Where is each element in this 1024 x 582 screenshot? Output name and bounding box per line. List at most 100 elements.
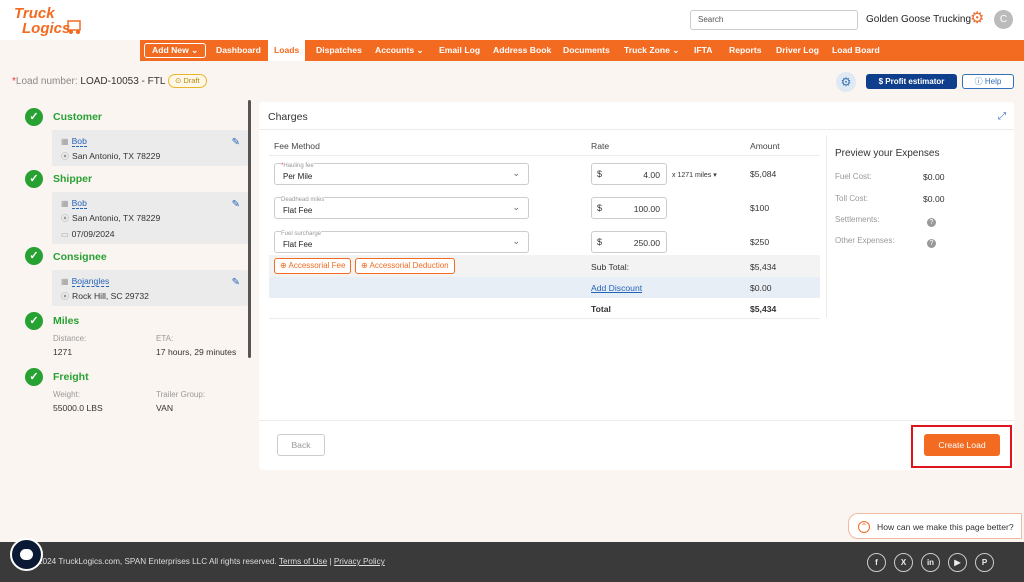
miles-multiplier[interactable]: x 1271 miles ▾ bbox=[672, 171, 717, 179]
nav-reports[interactable]: Reports bbox=[729, 40, 761, 61]
check-icon: ✓ bbox=[25, 368, 43, 386]
shipper-name-link[interactable]: Bob bbox=[71, 198, 87, 209]
divider bbox=[269, 318, 820, 319]
help-button[interactable]: ⓘ Help bbox=[962, 74, 1014, 89]
check-icon: ✓ bbox=[25, 108, 43, 126]
preview-divider bbox=[826, 135, 827, 318]
fuel-cost-label: Fuel Cost: bbox=[835, 172, 872, 181]
accessorial-fee-button[interactable]: ⊕ Accessorial Fee bbox=[274, 258, 352, 274]
total-value: $5,434 bbox=[750, 304, 777, 314]
divider bbox=[259, 420, 1014, 421]
customer-card: ▦ Bob ⦿ San Antonio, TX 78229 ✎ bbox=[52, 130, 248, 166]
expand-icon[interactable]: ⤢ bbox=[998, 111, 1006, 122]
preview-title: Preview your Expenses bbox=[835, 148, 940, 159]
shipper-card: ▦ Bob ⦿ San Antonio, TX 78229 ▭ 07/09/2024 … bbox=[52, 192, 248, 244]
subtotal-value: $5,434 bbox=[750, 262, 777, 272]
highlight-box bbox=[911, 425, 1012, 468]
subtotal-row bbox=[269, 255, 820, 277]
weight-value: 55000.0 LBS bbox=[53, 403, 103, 413]
chevron-down-icon: ⌄ bbox=[512, 236, 520, 246]
building-icon: ▦ bbox=[61, 199, 69, 208]
consignee-name-link[interactable]: Bojangles bbox=[71, 276, 110, 287]
feedback-widget[interactable]: ⌃ How can we make this page better? bbox=[848, 513, 1022, 539]
edit-consignee-icon[interactable]: ✎ bbox=[232, 277, 240, 288]
nav-address-book[interactable]: Address Book bbox=[493, 40, 551, 61]
facebook-icon[interactable]: f bbox=[867, 553, 886, 572]
nav-documents[interactable]: Documents bbox=[563, 40, 610, 61]
nav-load-board[interactable]: Load Board bbox=[832, 40, 880, 61]
fuel-surcharge-rate-input[interactable]: $250.00 bbox=[591, 231, 667, 253]
trailer-value: VAN bbox=[156, 403, 174, 413]
shipper-title[interactable]: Shipper bbox=[53, 173, 92, 185]
distance-label: Distance: bbox=[53, 334, 87, 343]
chevron-down-icon: ⌄ bbox=[512, 202, 520, 212]
nav-accounts[interactable]: Accounts ⌄ bbox=[375, 40, 424, 61]
consignee-title[interactable]: Consignee bbox=[53, 251, 107, 263]
deadhead-amount: $100 bbox=[750, 203, 770, 213]
user-avatar[interactable]: C bbox=[994, 10, 1013, 29]
divider bbox=[259, 129, 1014, 130]
fuel-surcharge-select[interactable]: Fuel surcharge Flat Fee ⌄ bbox=[274, 231, 529, 253]
settings-gear-icon[interactable]: ⚙ bbox=[970, 11, 986, 27]
check-icon: ✓ bbox=[25, 312, 43, 330]
youtube-icon[interactable]: ▶ bbox=[948, 553, 967, 572]
toll-cost-value: $0.00 bbox=[923, 194, 945, 204]
add-discount-link[interactable]: Add Discount bbox=[591, 283, 642, 293]
company-name[interactable]: Golden Goose Trucking bbox=[866, 14, 971, 25]
trailer-label: Trailer Group: bbox=[156, 390, 206, 399]
total-label: Total bbox=[591, 304, 611, 314]
settlements-help-icon[interactable]: ? bbox=[927, 218, 936, 227]
nav-loads[interactable]: Loads bbox=[268, 40, 306, 61]
charges-panel: Charges ⤢ Fee Method Rate Amount *Haulin… bbox=[259, 102, 1014, 470]
profit-estimator-button[interactable]: $ Profit estimator bbox=[866, 74, 957, 89]
nav-truck-zone[interactable]: Truck Zone ⌄ bbox=[624, 40, 679, 61]
calendar-icon: ▭ bbox=[61, 230, 69, 239]
svg-text:Logics: Logics bbox=[22, 20, 70, 37]
edit-customer-icon[interactable]: ✎ bbox=[232, 137, 240, 148]
consignee-card: ▦ Bojangles ⦿ Rock Hill, SC 29732 ✎ bbox=[52, 270, 248, 306]
eta-value: 17 hours, 29 minutes bbox=[156, 347, 237, 357]
customer-name-link[interactable]: Bob bbox=[71, 136, 87, 147]
left-panel-scrollbar[interactable] bbox=[248, 100, 251, 358]
nav-ifta[interactable]: IFTA bbox=[694, 40, 712, 61]
add-new-button[interactable]: Add New ⌄ bbox=[144, 43, 207, 58]
nav-email-log[interactable]: Email Log bbox=[439, 40, 480, 61]
other-expenses-help-icon[interactable]: ? bbox=[927, 239, 936, 248]
privacy-link[interactable]: Privacy Policy bbox=[334, 557, 385, 566]
chat-widget-icon[interactable] bbox=[10, 538, 43, 571]
pinterest-icon[interactable]: P bbox=[975, 553, 994, 572]
freight-title[interactable]: Freight bbox=[53, 371, 89, 383]
deadhead-rate-input[interactable]: $100.00 bbox=[591, 197, 667, 219]
toll-cost-label: Toll Cost: bbox=[835, 194, 868, 203]
fuel-cost-value: $0.00 bbox=[923, 172, 945, 182]
check-icon: ✓ bbox=[25, 247, 43, 265]
amount-header: Amount bbox=[750, 141, 780, 151]
trucklogics-logo[interactable]: Truck Logics bbox=[12, 3, 84, 37]
location-pin-icon: ⦿ bbox=[61, 152, 69, 161]
miles-title[interactable]: Miles bbox=[53, 315, 79, 327]
nav-dispatches[interactable]: Dispatches bbox=[316, 40, 362, 61]
footer: 2024 TruckLogics.com, SPAN Enterprises L… bbox=[0, 542, 1024, 582]
customer-title[interactable]: Customer bbox=[53, 111, 102, 123]
terms-link[interactable]: Terms of Use bbox=[279, 557, 327, 566]
footer-text: 2024 TruckLogics.com, SPAN Enterprises L… bbox=[38, 557, 385, 566]
fuel-surcharge-amount: $250 bbox=[750, 237, 770, 247]
load-number: *Load number: LOAD-10053 - FTL bbox=[12, 76, 166, 87]
building-icon: ▦ bbox=[61, 137, 69, 146]
hauling-fee-select[interactable]: *Hauling fee Per Mile ⌄ bbox=[274, 163, 529, 185]
accessorial-deduction-button[interactable]: ⊕ Accessorial Deduction bbox=[355, 258, 455, 274]
search-input[interactable]: Search bbox=[690, 10, 858, 30]
eta-label: ETA: bbox=[156, 334, 174, 343]
nav-driver-log[interactable]: Driver Log bbox=[776, 40, 819, 61]
distance-value: 1271 bbox=[53, 347, 73, 357]
load-settings-gear-icon[interactable]: ⚙ bbox=[836, 72, 856, 92]
hauling-rate-input[interactable]: $4.00 bbox=[591, 163, 667, 185]
x-twitter-icon[interactable]: X bbox=[894, 553, 913, 572]
rate-header: Rate bbox=[591, 141, 610, 151]
deadhead-miles-select[interactable]: Deadhead miles Flat Fee ⌄ bbox=[274, 197, 529, 219]
linkedin-icon[interactable]: in bbox=[921, 553, 940, 572]
nav-dashboard[interactable]: Dashboard bbox=[216, 40, 261, 61]
back-button[interactable]: Back bbox=[277, 434, 325, 456]
edit-shipper-icon[interactable]: ✎ bbox=[232, 199, 240, 210]
load-steps-panel: ✓ Customer ▦ Bob ⦿ San Antonio, TX 78229 ✎… bbox=[12, 100, 252, 460]
